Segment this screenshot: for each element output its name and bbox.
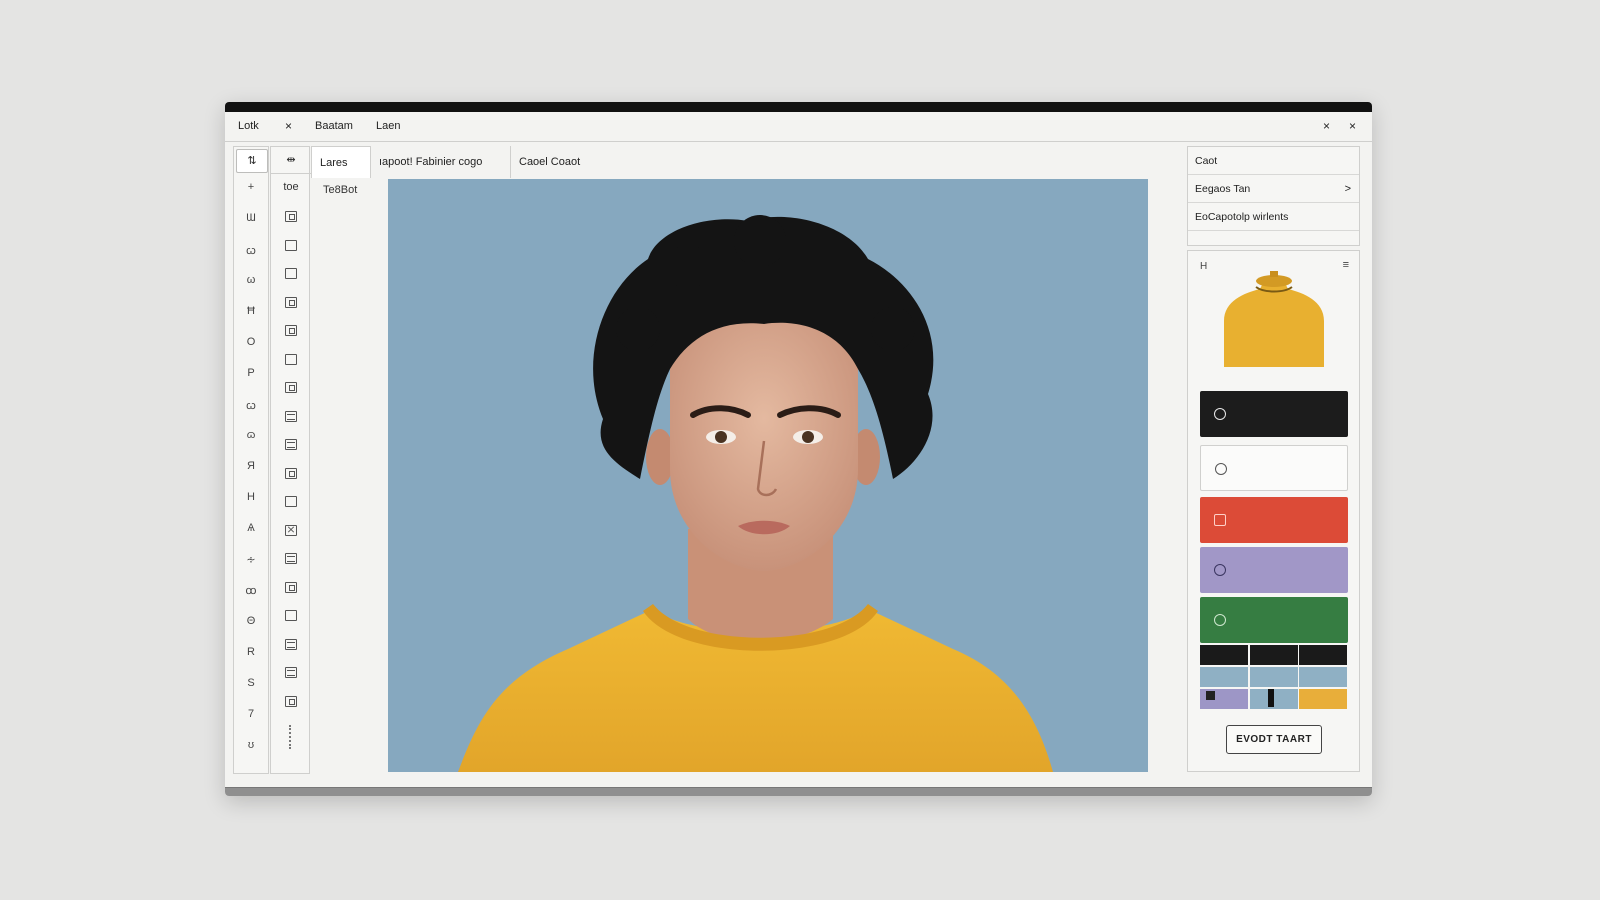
layer-thumbnail-icon[interactable]	[285, 268, 297, 279]
tool-icon[interactable]: O	[234, 336, 268, 348]
tool-icon[interactable]: +	[234, 181, 268, 193]
tool-icon[interactable]: H	[234, 491, 268, 503]
window-top-bar	[225, 102, 1372, 112]
layer-thumbnail-icon[interactable]	[285, 410, 297, 422]
palette-cell[interactable]	[1299, 667, 1347, 687]
layer-thumbnail-icon[interactable]	[285, 610, 297, 621]
layer-thumbnail-icon[interactable]	[285, 239, 297, 251]
tool-strip: ⇅ + Ɯꞷ ω Ħ O Pꞷ ɷ Я H Ѧ ∻ ꝏ Θ R S 7 ʊ	[233, 146, 269, 774]
swatch-red[interactable]	[1200, 497, 1348, 543]
close-tab-icon[interactable]: ×	[285, 119, 292, 133]
layer-strip-label: toe	[283, 181, 299, 193]
minimize-icon[interactable]: ×	[1323, 119, 1330, 133]
window-bottom-bar	[225, 787, 1372, 796]
more-dots-icon[interactable]	[289, 725, 291, 749]
tool-icon[interactable]: Я	[234, 460, 268, 472]
palette-cell[interactable]	[1299, 689, 1347, 709]
tab-canvas[interactable]: Caoel Coaot	[511, 146, 631, 178]
properties-row-label: Eegaos Tan	[1195, 183, 1251, 195]
swatch-radio-icon	[1215, 463, 1227, 475]
layer-thumbnail-icon[interactable]	[285, 467, 297, 479]
tool-icon[interactable]: R	[234, 646, 268, 658]
layer-icon-strip: ⇹ toe	[270, 146, 311, 774]
layer-thumbnail-icon[interactable]	[285, 638, 297, 650]
menu-bar: Lotk × Baatam Laen × ×	[225, 112, 1372, 142]
palette-slider-handle[interactable]	[1268, 689, 1274, 707]
tool-icon[interactable]: ∻	[234, 553, 268, 566]
tool-icon[interactable]: ω	[234, 274, 268, 286]
layer-thumbnail-icon[interactable]	[285, 553, 297, 564]
swatch-panel: H ≡ EVODT TAART	[1187, 250, 1360, 772]
tab-import[interactable]: ıapoot! Fabinier cogo	[371, 146, 511, 178]
editor-window: Lotk × Baatam Laen × × ⇅ + Ɯꞷ ω Ħ O Pꞷ ɷ Я H Ѧ ∻ ꝏ Θ…	[225, 102, 1372, 796]
layer-thumbnail-icon[interactable]	[285, 695, 297, 707]
tool-icon[interactable]: ꞷ	[234, 398, 268, 413]
shirt-preview-image	[1224, 271, 1324, 367]
tool-icon[interactable]: S	[234, 677, 268, 689]
palette-cell[interactable]	[1200, 667, 1248, 687]
panel-menu-icon[interactable]: ≡	[1343, 259, 1349, 271]
palette-cell[interactable]	[1249, 645, 1298, 665]
swatch-panel-header: H	[1200, 261, 1208, 272]
swatch-radio-icon	[1214, 408, 1226, 420]
properties-row-variants[interactable]: EoCapotolp wirlents	[1188, 203, 1359, 231]
layer-thumbnail-icon[interactable]	[285, 581, 297, 593]
swatch-green[interactable]	[1200, 597, 1348, 643]
tool-icon[interactable]: ꞷ	[234, 243, 268, 258]
tool-icon[interactable]: Ѧ	[234, 522, 268, 534]
menu-item-baatam[interactable]: Baatam	[315, 120, 353, 132]
palette-marker	[1206, 691, 1215, 700]
close-window-icon[interactable]: ×	[1349, 119, 1356, 133]
tool-icon[interactable]: 7	[234, 708, 268, 720]
swatch-radio-icon	[1214, 514, 1226, 526]
tool-icon[interactable]: Ɯ	[234, 212, 268, 224]
swatch-radio-icon	[1214, 614, 1226, 626]
palette-cell[interactable]	[1200, 645, 1248, 665]
swatch-black[interactable]	[1200, 391, 1348, 437]
tool-icon[interactable]: ꝏ	[234, 584, 268, 597]
export-button[interactable]: EVODT TAART	[1226, 725, 1322, 754]
tool-icon[interactable]: P	[234, 367, 268, 379]
layer-thumbnail-icon[interactable]	[285, 325, 297, 336]
properties-row-settings[interactable]: Eegaos Tan >	[1188, 175, 1359, 203]
layer-thumbnail-icon[interactable]	[285, 211, 297, 222]
layer-thumbnail-icon[interactable]	[285, 439, 297, 450]
layer-thumbnail-icon[interactable]	[285, 353, 297, 365]
swatch-radio-icon	[1214, 564, 1226, 576]
palette-cell[interactable]	[1299, 645, 1347, 665]
layer-tab-icon[interactable]: ⇹	[271, 147, 311, 174]
layer-thumbnail-icon[interactable]	[285, 296, 297, 308]
tool-icon[interactable]: Θ	[234, 615, 268, 627]
tool-icon[interactable]: Ħ	[234, 305, 268, 317]
menu-item-laen[interactable]: Laen	[376, 120, 400, 132]
chevron-right-icon: >	[1344, 183, 1351, 195]
tool-icon[interactable]: ʊ	[234, 739, 268, 751]
image-canvas[interactable]	[388, 179, 1148, 772]
tool-move-icon[interactable]: ⇅	[236, 149, 268, 173]
swatch-white[interactable]	[1200, 445, 1348, 491]
properties-panel: Caot Eegaos Tan > EoCapotolp wirlents	[1187, 146, 1360, 246]
layer-thumbnail-icon[interactable]	[285, 667, 297, 678]
palette-cell[interactable]	[1249, 667, 1298, 687]
layer-thumbnail-icon[interactable]	[285, 382, 297, 393]
tab-lares[interactable]: Lares	[311, 146, 371, 178]
layer-thumbnail-icon[interactable]	[285, 523, 297, 536]
layer-name-label: Te8Bot	[323, 184, 358, 196]
properties-title: Caot	[1188, 147, 1359, 175]
swatch-purple[interactable]	[1200, 547, 1348, 593]
document-tabs: Lares ıapoot! Fabinier cogo Caoel Coaot	[311, 146, 1121, 178]
tool-icon[interactable]: ɷ	[234, 429, 268, 441]
layer-thumbnail-icon[interactable]	[285, 496, 297, 507]
menu-item-lotk[interactable]: Lotk	[238, 120, 259, 132]
portrait-image	[458, 215, 1053, 772]
